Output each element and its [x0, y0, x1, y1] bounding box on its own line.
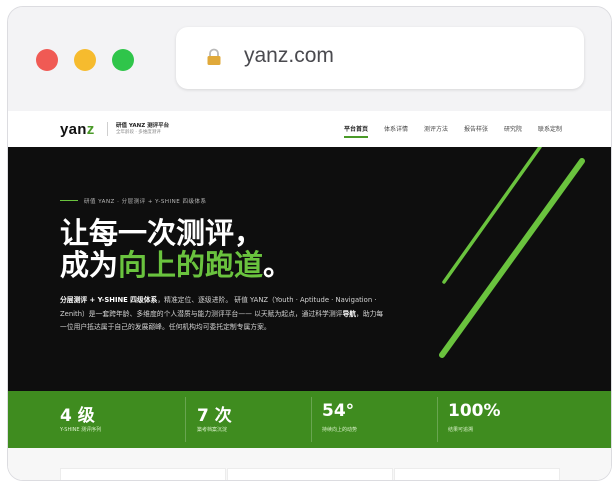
- headline-line-1: 让每一次测评，: [60, 216, 264, 250]
- brand-name: 研值 YANZ 测评平台: [116, 123, 170, 129]
- browser-titlebar: yanz.com: [8, 7, 611, 111]
- headline-line-2: 成为向上的跑道。: [60, 249, 292, 281]
- nav-item-sample-report[interactable]: 报告样张: [464, 124, 488, 133]
- brand-tagline: 全年龄段 · 多维度测评: [116, 130, 161, 135]
- stat-value: 100%: [448, 401, 501, 421]
- address-url[interactable]: yanz.com: [244, 44, 334, 68]
- close-window-button[interactable]: [36, 49, 58, 71]
- hero-headline: 让每一次测评， 成为向上的跑道。: [60, 217, 292, 281]
- feature-card[interactable]: [394, 468, 560, 480]
- logo-divider: [107, 122, 108, 136]
- hero-description: 分层测评 + Y-SHINE 四级体系，精准定位、逐级进阶。 研值 YANZ（Y…: [60, 294, 390, 335]
- stat-value: 7 次: [197, 406, 232, 426]
- stats-bar: 4 级 Y-SHINE 测评序列 7 次 築考档案沉淀 54° 持续向上的动势 …: [8, 391, 611, 448]
- logo-accent: z: [86, 121, 95, 138]
- web-page: yanz 研值 YANZ 测评平台 全年龄段 · 多维度测评 平台首页 体系详情…: [8, 111, 611, 480]
- hero-eyebrow: 研值 YANZ · 分层测评 + Y-SHINE 四级体系: [84, 199, 207, 205]
- nav-item-home[interactable]: 平台首页: [344, 124, 368, 133]
- stat-divider: [185, 397, 186, 442]
- stat-divider: [311, 397, 312, 442]
- active-nav-indicator: [344, 136, 368, 138]
- lock-icon: [207, 48, 221, 65]
- stat-label: Y-SHINE 测评序列: [60, 427, 102, 433]
- nav-item-method[interactable]: 测评方法: [424, 124, 448, 133]
- feature-card[interactable]: [60, 468, 226, 480]
- stat-label: 築考档案沉淀: [197, 427, 228, 433]
- site-navbar: yanz 研值 YANZ 测评平台 全年龄段 · 多维度测评 平台首页 体系详情…: [8, 111, 611, 148]
- hero-section: 研值 YANZ · 分层测评 + Y-SHINE 四级体系 让每一次测评， 成为…: [8, 147, 611, 391]
- stat-value: 54°: [322, 401, 355, 421]
- address-bar[interactable]: yanz.com: [176, 27, 584, 89]
- features-section: [8, 448, 611, 480]
- browser-window: yanz.com yanz 研值 YANZ 测评平台 全年龄段 · 多维度测评 …: [7, 6, 612, 481]
- eyebrow-rule: [60, 200, 78, 201]
- desc-bold-system: 分层测评 + Y-SHINE 四级体系: [60, 296, 158, 304]
- thin-stripe: [442, 147, 542, 284]
- maximize-window-button[interactable]: [112, 49, 134, 71]
- nav-item-institute[interactable]: 研究院: [504, 124, 522, 133]
- minimize-window-button[interactable]: [74, 49, 96, 71]
- nav-item-system[interactable]: 体系详情: [384, 124, 408, 133]
- stat-label: 持续向上的动势: [322, 427, 358, 433]
- headline-prefix: 成为: [60, 248, 119, 282]
- nav-item-contact[interactable]: 联系定制: [538, 124, 562, 133]
- headline-suffix: 。: [263, 248, 293, 282]
- site-logo[interactable]: yanz: [60, 121, 95, 138]
- desc-bold-navigation: 导航: [342, 309, 357, 318]
- stat-label: 结果可追溯: [448, 427, 474, 433]
- stat-divider: [437, 397, 438, 442]
- headline-highlight: 向上的跑道: [118, 248, 264, 282]
- logo-main: yan: [60, 121, 87, 138]
- stat-value: 4 级: [60, 406, 95, 426]
- feature-card[interactable]: [227, 468, 393, 480]
